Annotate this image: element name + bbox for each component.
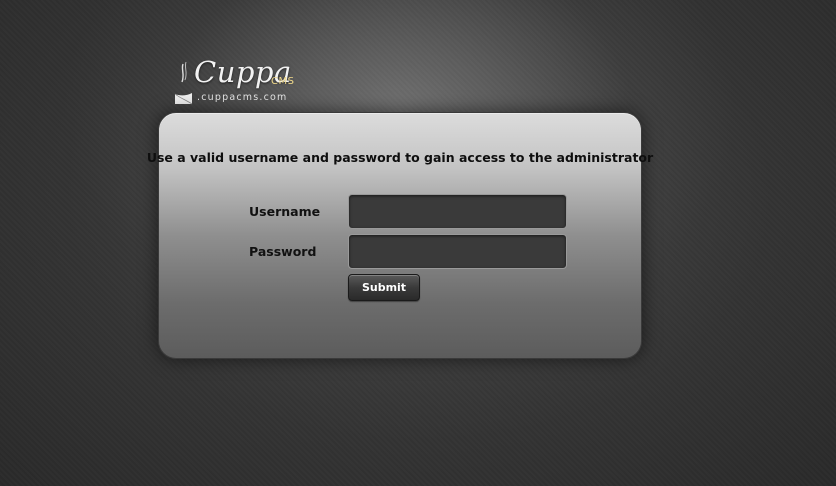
password-label: Password — [249, 244, 317, 259]
username-input[interactable] — [348, 194, 567, 229]
password-input[interactable] — [348, 234, 567, 269]
submit-button[interactable]: Submit — [348, 274, 420, 301]
logo-domain: .cuppacms.com — [197, 92, 288, 103]
logo-suffix: CMS — [271, 76, 295, 87]
coffee-cup-icon — [174, 61, 193, 105]
login-message-text: Use a valid username and password to gai… — [146, 150, 654, 165]
login-message: Use a valid username and password to gai… — [0, 150, 836, 165]
cuppa-cms-logo: Cuppa CMS .cuppacms.com — [170, 58, 305, 108]
username-label: Username — [249, 204, 321, 219]
